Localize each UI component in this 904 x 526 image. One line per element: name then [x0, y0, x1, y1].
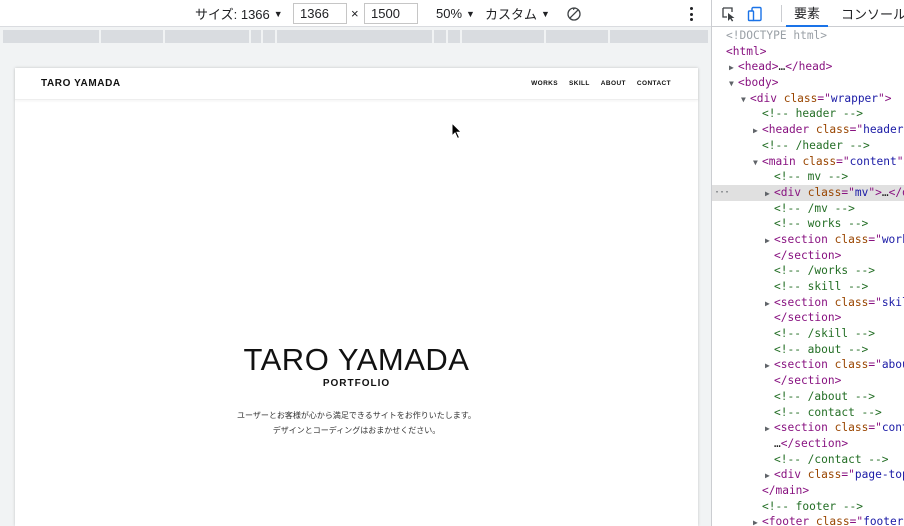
expanded-triangle-icon[interactable]: ▼: [753, 155, 762, 171]
dom-node-row[interactable]: </section>: [712, 248, 904, 264]
dom-comment-row[interactable]: <!-- /works -->: [712, 263, 904, 279]
toolbar-divider: [781, 5, 782, 22]
dom-node-row[interactable]: ▶<section class="works">: [712, 232, 904, 248]
throttle-label: カスタム: [485, 7, 538, 22]
dom-comment-row[interactable]: <!-- /about -->: [712, 389, 904, 405]
emulated-page: TARO YAMADA WORKS SKILL ABOUT CONTACT TA…: [15, 68, 698, 526]
dom-comment-row[interactable]: <!-- skill -->: [712, 279, 904, 295]
dom-node-row[interactable]: ▶ <head>…</head>: [712, 59, 904, 75]
dom-comment-row[interactable]: <!-- mv -->: [712, 169, 904, 185]
size-label: サイズ: 1366: [195, 7, 270, 22]
caret-down-icon: ▼: [273, 8, 283, 19]
collapsed-triangle-icon[interactable]: ▶: [753, 123, 762, 139]
dom-comment-row[interactable]: <!-- footer -->: [712, 499, 904, 515]
dom-comment-row[interactable]: <!-- header -->: [712, 106, 904, 122]
expanded-triangle-icon[interactable]: ▼: [729, 76, 738, 92]
nav-works[interactable]: WORKS: [531, 80, 558, 87]
expanded-triangle-icon[interactable]: ▼: [741, 92, 750, 108]
dom-node-row[interactable]: </section>: [712, 373, 904, 389]
dom-node-row[interactable]: <html>: [712, 44, 904, 60]
dom-comment-row[interactable]: <!-- /skill -->: [712, 326, 904, 342]
hero-title: TARO YAMADA: [243, 342, 470, 377]
dom-node-row[interactable]: <!DOCTYPE html>: [712, 28, 904, 44]
dom-comment-row[interactable]: <!-- /contact -->: [712, 452, 904, 468]
devtools-panel: 要素 コンソール <!DOCTYPE html> <html> ▶ <head>…</…: [711, 0, 904, 526]
dom-node-row[interactable]: ▶<section class="about">: [712, 357, 904, 373]
tab-elements[interactable]: 要素: [786, 0, 829, 27]
collapsed-triangle-icon[interactable]: ▶: [729, 60, 738, 76]
dom-tree: <!DOCTYPE html> <html> ▶ <head>…</head> ▼ <bo…: [712, 28, 904, 526]
collapsed-triangle-icon[interactable]: ▶: [765, 421, 774, 437]
hero-subtitle: PORTFOLIO: [322, 378, 391, 389]
device-toolbar: サイズ: 1366 ▼ 1366 × 1500 50% ▼ カスタム ▼: [0, 0, 711, 27]
nav-skill[interactable]: SKILL: [569, 80, 590, 87]
hero-desc-line: デザインとコーディングはおまかせください。: [272, 426, 441, 435]
collapsed-triangle-icon[interactable]: ▶: [765, 358, 774, 374]
collapsed-triangle-icon[interactable]: ▶: [753, 515, 762, 526]
nav-about[interactable]: ABOUT: [601, 80, 626, 87]
hero-description: ユーザーとお客様が心から満足できるサイトをお作りいたします。 デザインとコーディ…: [15, 408, 698, 438]
collapsed-triangle-icon[interactable]: ▶: [765, 468, 774, 484]
size-dropdown[interactable]: サイズ: 1366 ▼: [195, 0, 283, 27]
dimension-separator: ×: [351, 6, 359, 21]
dom-node-row[interactable]: ▼ <body>: [712, 75, 904, 91]
dom-comment-row[interactable]: <!-- about -->: [712, 342, 904, 358]
device-toggle-icon[interactable]: [747, 6, 763, 22]
dom-node-row[interactable]: </section>: [712, 310, 904, 326]
zoom-label: 50%: [436, 6, 463, 21]
collapsed-triangle-icon[interactable]: ▶: [765, 186, 774, 202]
zoom-dropdown[interactable]: 50% ▼: [436, 0, 475, 27]
dom-node-row[interactable]: ▼ <div class="wrapper">: [712, 91, 904, 107]
width-input[interactable]: 1366: [293, 3, 347, 24]
site-header: TARO YAMADA WORKS SKILL ABOUT CONTACT: [15, 68, 698, 100]
dom-comment-row[interactable]: <!-- works -->: [712, 216, 904, 232]
dom-comment-row[interactable]: <!-- /header -->: [712, 138, 904, 154]
dom-node-row[interactable]: ▼<main class="content">: [712, 154, 904, 170]
rotate-icon: [567, 6, 581, 21]
rotate-button[interactable]: [566, 0, 582, 27]
nav-contact[interactable]: CONTACT: [637, 80, 671, 87]
caret-down-icon: ▼: [541, 8, 550, 19]
throttle-dropdown[interactable]: カスタム ▼: [485, 0, 550, 27]
dom-node-row[interactable]: ▶<section class="contact">: [712, 420, 904, 436]
dom-node-row[interactable]: …</section>: [712, 436, 904, 452]
site-logo[interactable]: TARO YAMADA: [41, 78, 121, 89]
caret-down-icon: ▼: [466, 8, 475, 19]
device-emulation-area: サイズ: 1366 ▼ 1366 × 1500 50% ▼ カスタム ▼ TAR…: [0, 0, 711, 526]
dom-node-row[interactable]: ···▶<div class="mv">…</div>: [712, 184, 904, 202]
devtools-tabbar: 要素 コンソール: [712, 0, 904, 27]
site-nav: WORKS SKILL ABOUT CONTACT: [531, 80, 671, 87]
hero-desc-line: ユーザーとお客様が心から満足できるサイトをお作りいたします。: [237, 411, 476, 420]
collapsed-triangle-icon[interactable]: ▶: [765, 296, 774, 312]
media-query-bar[interactable]: [0, 28, 711, 45]
more-vert-icon[interactable]: [685, 6, 697, 22]
mouse-cursor-icon: [451, 122, 463, 140]
dom-node-row[interactable]: </main>: [712, 483, 904, 499]
dom-comment-row[interactable]: <!-- contact -->: [712, 405, 904, 421]
dom-node-row[interactable]: ▶<div class="page-top">: [712, 467, 904, 483]
dom-comment-row[interactable]: <!-- /mv -->: [712, 201, 904, 217]
inspect-icon[interactable]: [721, 6, 737, 22]
more-dots-icon[interactable]: ···: [714, 185, 730, 201]
height-input[interactable]: 1500: [364, 3, 418, 24]
dom-node-row[interactable]: ▶<section class="skill">: [712, 295, 904, 311]
dom-node-row[interactable]: ▶<footer class="footer">: [712, 514, 904, 526]
dom-node-row[interactable]: ▶<header class="header">: [712, 122, 904, 138]
tab-console[interactable]: コンソール: [841, 0, 904, 27]
collapsed-triangle-icon[interactable]: ▶: [765, 233, 774, 249]
